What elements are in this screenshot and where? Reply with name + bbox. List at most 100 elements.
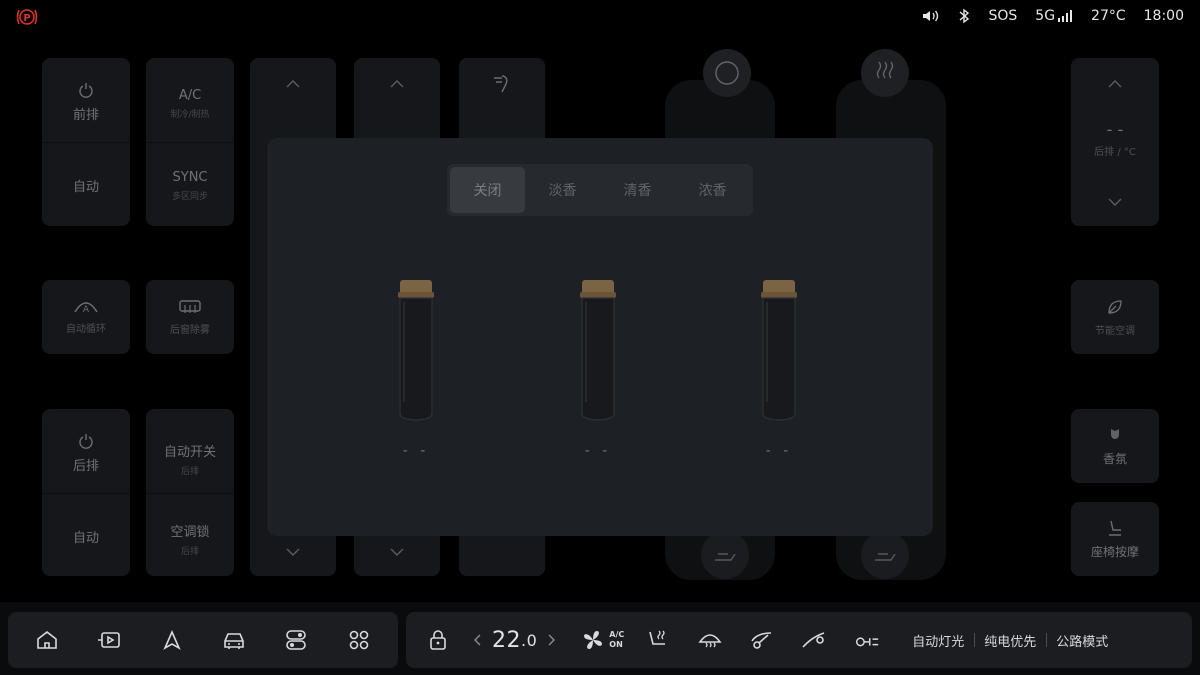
ac-badge-top: A/C [609,630,625,639]
fragrance-vial-1[interactable] [396,278,436,468]
circulation-icon: A [74,301,98,314]
sync-label: SYNC [172,170,208,185]
chevron-up-icon[interactable] [390,80,404,88]
rear-auto-label: 自动 [72,531,99,546]
wiper-icon [751,632,772,649]
navigation-button[interactable] [158,626,186,654]
power-icon [79,83,93,98]
tab-fragrance-light[interactable]: 淡香 [525,167,600,213]
auto-circulation-button[interactable]: A 自动循环 [42,280,130,354]
ac-sub-label: 制冷/制热 [170,110,210,120]
fan-icon [584,631,603,649]
mirror-adjust-button[interactable] [800,626,828,654]
toggle-icon [286,630,307,650]
fragrance-vial-3-label: - - [765,443,793,459]
ac-sync-tile[interactable]: A/C 制冷/制热 SYNC 多区同步 [146,58,234,226]
ac-badge-bottom: ON [609,640,623,649]
car-icon [224,633,244,649]
headlight-icon [856,637,879,647]
tab-fragrance-strong[interactable]: 浓香 [675,167,750,213]
mirror-icon [802,632,825,648]
chevron-up-icon[interactable] [286,80,300,88]
rear-defrost-button[interactable]: 后窗除雾 [146,280,234,354]
cabin-temperature: 22.0 [492,628,537,653]
climate-quickbar: 22.0 A/C ON 自动灯光 纯电优先 公路模式 [406,612,1192,668]
lock-button[interactable] [424,626,452,654]
headlight-adjust-button[interactable] [852,626,880,654]
auto-lights-toggle[interactable]: 自动灯光 [902,631,974,650]
rear-zone-tile[interactable]: 后排 自动 [42,409,130,576]
front-zone-tile[interactable]: 前排 自动 [42,58,130,226]
media-button[interactable] [95,626,123,654]
power-icon [79,434,93,449]
seat-ventilation-icon[interactable] [700,530,750,580]
grid-icon [349,630,369,650]
fragrance-vial-3[interactable] [759,278,799,468]
eco-ac-button[interactable]: 节能空调 [1071,280,1159,354]
svg-text:A: A [83,305,90,314]
eco-ac-label: 节能空调 [1095,325,1135,337]
rear-defrost-label: 后窗除雾 [170,324,210,336]
temp-increase-button[interactable] [543,626,559,654]
seat-ventilation-icon[interactable] [860,530,910,580]
seat-heat-auto-icon[interactable] [860,48,910,98]
temperature-integer: 22 [492,627,521,653]
front-auto-label: 自动 [72,180,99,195]
rear-temp-unit: 后排 / °C [1094,147,1136,158]
seat-heat-icon [649,630,666,645]
temperature-decimal: .0 [521,630,538,650]
lock-icon [430,630,446,650]
leaf-icon [1108,299,1122,314]
fragrance-modal: 关闭 淡香 清香 浓香 - - - - - - [267,138,933,536]
fragrance-vial-2[interactable] [578,278,618,468]
navigation-icon [163,630,181,650]
home-icon [37,630,57,649]
defrost-icon [698,634,722,648]
wiper-button[interactable] [748,626,776,654]
ac-lock-sub-label: 后排 [180,547,199,557]
rear-defrost-icon [179,299,201,313]
fragrance-vial-2-label: - - [584,443,612,459]
fragrance-label: 香氛 [1102,451,1127,466]
ev-priority-toggle[interactable]: 纯电优先 [974,631,1046,650]
ac-lock-label: 空调锁 [170,525,210,540]
tab-fragrance-off[interactable]: 关闭 [450,167,525,213]
fragrance-intensity-selector: 关闭 淡香 清香 浓香 [447,164,753,216]
auto-switch-sub-label: 后排 [180,467,199,477]
rear-temp-stepper[interactable]: - - 后排 / °C [1071,58,1159,226]
mode-toggles: 自动灯光 纯电优先 公路模式 [902,631,1118,650]
steering-heat-icon[interactable] [702,48,752,98]
fragrance-icon [1111,428,1119,439]
ac-toggle-button[interactable]: A/C ON [581,628,624,652]
bottom-dock: 22.0 A/C ON 自动灯光 纯电优先 公路模式 [0,602,1200,675]
home-button[interactable] [33,626,61,654]
seat-heat-button[interactable] [644,626,672,654]
seat-massage-button[interactable]: 座椅按摩 [1071,502,1159,576]
seat-massage-label: 座椅按摩 [1090,544,1139,559]
chevron-up-icon[interactable] [1108,80,1122,88]
chevron-down-icon[interactable] [286,548,300,556]
vehicle-button[interactable] [220,626,248,654]
auto-circulation-label: 自动循环 [66,323,106,335]
temp-decrease-button[interactable] [470,626,486,654]
media-icon [98,632,121,648]
chevron-right-icon [548,634,556,646]
chevron-left-icon [474,634,481,646]
rear-temp-value: - - [1106,120,1124,139]
controls-button[interactable] [282,626,310,654]
fragrance-button[interactable]: 香氛 [1071,409,1159,483]
app-launcher [8,612,398,668]
seat-massage-icon [1109,520,1121,536]
front-defrost-button[interactable] [696,626,724,654]
fragrance-vial-1-label: - - [402,443,430,459]
chevron-down-icon[interactable] [1108,198,1122,206]
chevron-down-icon[interactable] [390,548,404,556]
rear-controls-tile[interactable]: 自动开关 后排 空调锁 后排 [146,409,234,576]
rear-label: 后排 [72,459,99,474]
tab-fragrance-fresh[interactable]: 清香 [600,167,675,213]
highway-mode-toggle[interactable]: 公路模式 [1046,631,1118,650]
sync-sub-label: 多区同步 [171,192,208,202]
airflow-face-icon [494,75,508,93]
apps-button[interactable] [345,626,373,654]
front-label: 前排 [72,108,99,123]
